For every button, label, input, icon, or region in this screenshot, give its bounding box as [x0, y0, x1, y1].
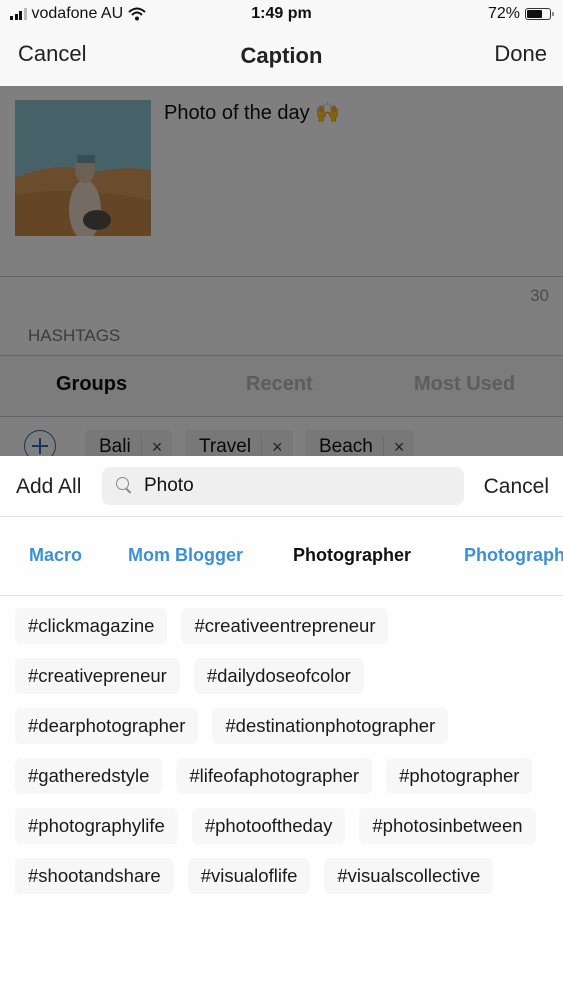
hashtag-tabs: Groups Recent Most Used [0, 356, 563, 416]
hashtag-chip[interactable]: #shootandshare [15, 858, 174, 894]
add-all-button[interactable]: Add All [16, 475, 81, 499]
hashtag-chip[interactable]: #destinationphotographer [212, 708, 449, 744]
tab-recent[interactable]: Recent [246, 373, 313, 396]
group-chip-label: Bali [85, 436, 142, 458]
category-tabs[interactable]: Macro Mom Blogger Photographer Photograp… [0, 517, 563, 595]
status-bar: vodafone AU 1:49 pm 72% [0, 0, 563, 30]
divider [0, 276, 563, 277]
clock: 1:49 pm [251, 5, 312, 22]
hashtag-chip[interactable]: #visualoflife [187, 858, 311, 894]
battery-fill [527, 10, 543, 18]
status-right: 72% [487, 5, 554, 23]
hashtag-chip[interactable]: #photographylife [15, 808, 178, 844]
hashtags-section-label: HASHTAGS [28, 326, 121, 345]
group-chip-label: Travel [185, 436, 263, 458]
caption-input[interactable]: Photo of the day 🙌 [164, 100, 340, 125]
remove-icon[interactable]: × [142, 437, 173, 458]
navigation-bar: Cancel Caption Done [0, 30, 563, 86]
remove-icon[interactable]: × [262, 437, 293, 458]
hashtag-chip[interactable]: #dearphotographer [15, 708, 199, 744]
photo-image [15, 100, 151, 236]
caption-editor: Photo of the day 🙌 30 HASHTAGS Groups Re… [0, 86, 563, 464]
hashtag-chip[interactable]: #clickmagazine [15, 608, 168, 644]
category-tab[interactable]: Mom Blogger [128, 545, 243, 566]
hashtag-chip[interactable]: #gatheredstyle [15, 758, 163, 794]
tab-most-used[interactable]: Most Used [414, 373, 515, 396]
group-chip-label: Beach [305, 436, 384, 458]
category-tab[interactable]: Photographer [464, 545, 563, 566]
search-field[interactable] [102, 467, 464, 505]
page-title: Caption [240, 43, 323, 68]
search-cancel-button[interactable]: Cancel [484, 475, 549, 499]
hashtag-chip[interactable]: #dailydoseofcolor [193, 658, 364, 694]
category-tab[interactable]: Macro [29, 545, 82, 566]
divider [0, 595, 563, 596]
hashtag-chip[interactable]: #lifeofaphotographer [176, 758, 373, 794]
search-icon [116, 477, 129, 490]
hashtag-chip[interactable]: #creativepreneur [15, 658, 180, 694]
category-tab-active[interactable]: Photographer [293, 545, 411, 566]
battery-percent: 72% [487, 5, 520, 22]
hashtag-results: #clickmagazine #creativeentrepreneur #cr… [15, 608, 555, 894]
hashtag-groups-row: Bali × Travel × Beach × [0, 416, 563, 464]
hashtag-search-sheet: Add All Cancel Macro Mom Blogger Photogr… [0, 456, 563, 1000]
battery-icon [525, 8, 554, 20]
photo-thumbnail [15, 100, 151, 236]
hashtag-chip[interactable]: #visualscollective [324, 858, 494, 894]
hashtag-chip[interactable]: #photosinbetween [359, 808, 536, 844]
search-input[interactable] [144, 467, 444, 505]
remove-icon[interactable]: × [384, 437, 415, 458]
hashtag-chip[interactable]: #photographer [386, 758, 533, 794]
done-button[interactable]: Done [494, 41, 547, 67]
hashtag-chip[interactable]: #photooftheday [191, 808, 346, 844]
caption-area: Photo of the day 🙌 [0, 86, 563, 276]
character-count: 30 [530, 286, 549, 305]
tab-groups[interactable]: Groups [56, 373, 127, 396]
hashtag-chip[interactable]: #creativeentrepreneur [181, 608, 389, 644]
